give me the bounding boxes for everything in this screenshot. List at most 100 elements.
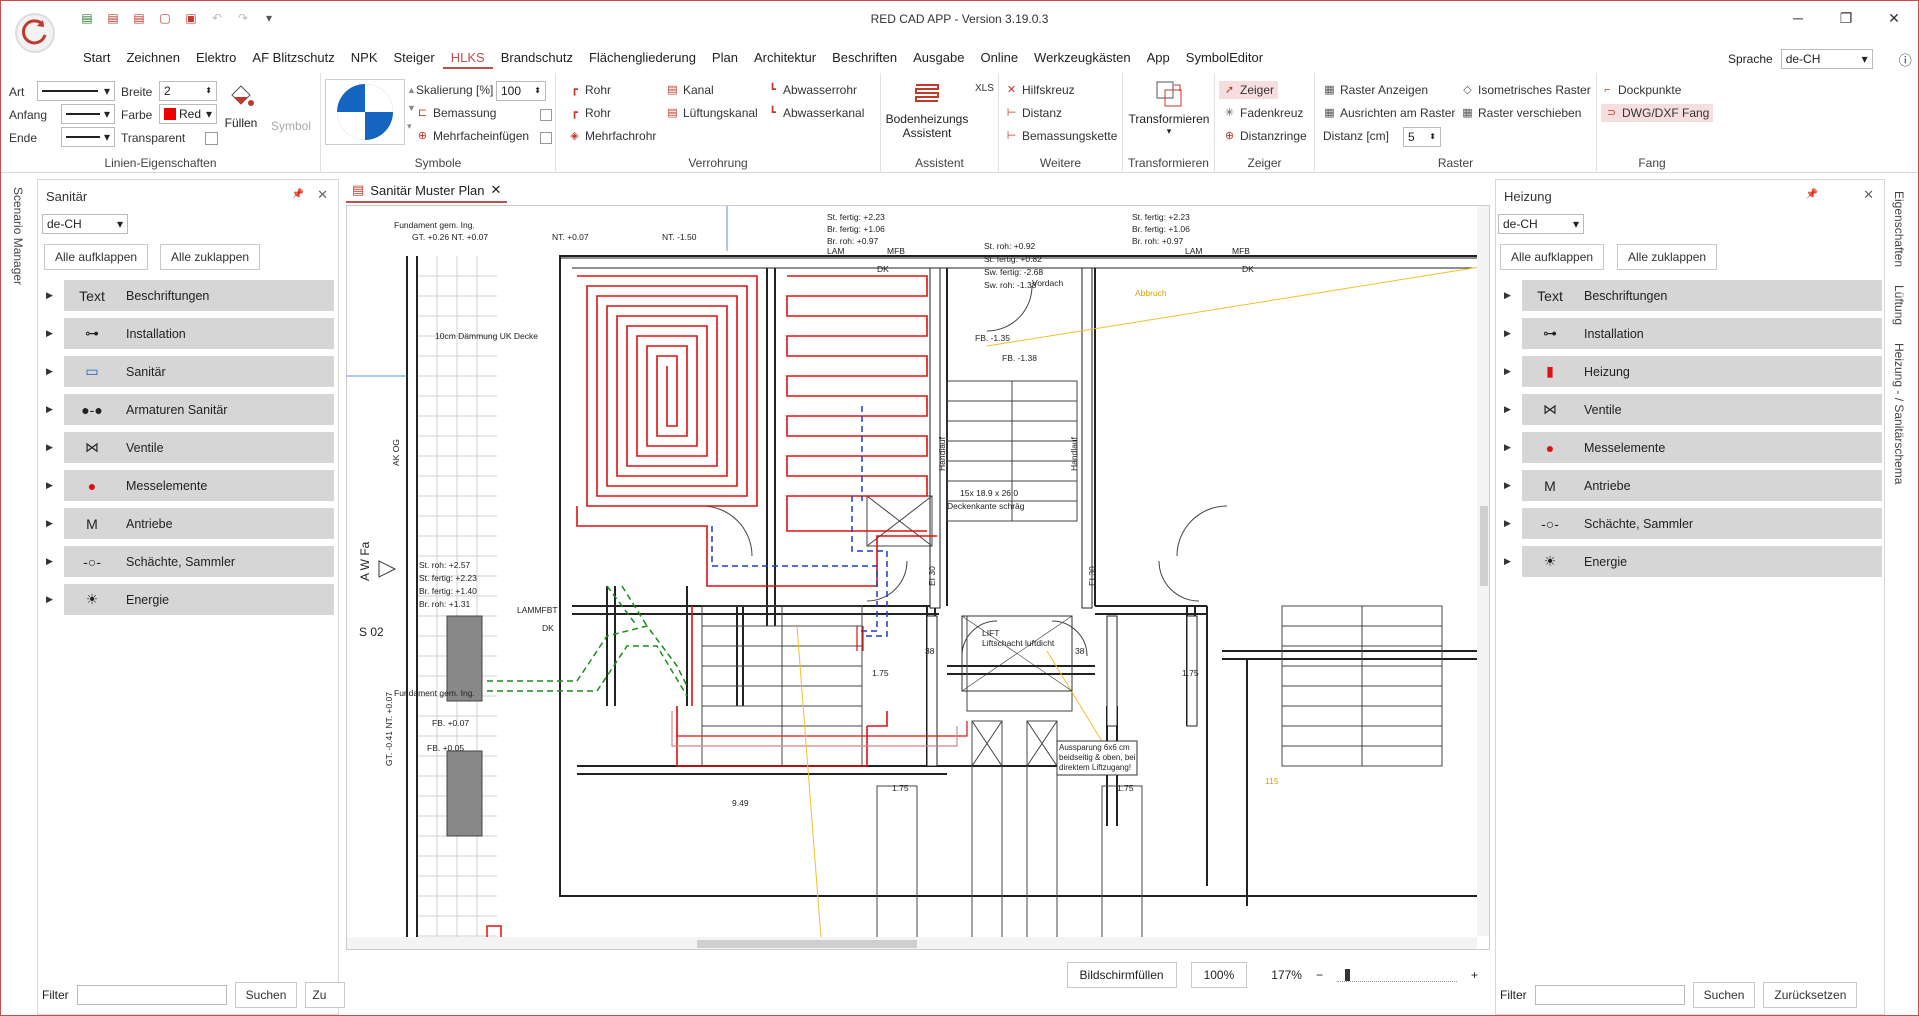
bemassung-checkbox[interactable] xyxy=(540,109,552,121)
line-start-dropdown[interactable]: ▾ xyxy=(61,104,115,124)
expand-arrow-icon[interactable]: ▶ xyxy=(46,518,53,529)
tab-hlks[interactable]: HLKS xyxy=(442,47,493,69)
tab-npk[interactable]: NPK xyxy=(343,47,386,69)
expand-all-button[interactable]: Alle aufklappen xyxy=(44,244,149,270)
tree-item[interactable]: ▶ ● Messelemente xyxy=(1496,432,1886,463)
dwg-fang-button[interactable]: ⊃ DWG/DXF Fang xyxy=(1601,104,1714,122)
kanal-button[interactable]: ▤ Kanal xyxy=(666,83,713,97)
dockpunkte-button[interactable]: ⌐ Dockpunkte xyxy=(1601,83,1681,97)
side-tab-heizung-sanitaer[interactable]: Heizung - / Sanitärschema xyxy=(1892,343,1906,484)
expand-arrow-icon[interactable]: ▶ xyxy=(1504,290,1511,301)
expand-arrow-icon[interactable]: ▶ xyxy=(46,556,53,567)
tree-item[interactable]: ▶ ☀ Energie xyxy=(1496,546,1886,577)
right-search-button[interactable]: Suchen xyxy=(1692,982,1756,1008)
restore-icon[interactable]: ❐ xyxy=(1822,1,1870,35)
expand-arrow-icon[interactable]: ▶ xyxy=(46,328,53,339)
tree-item[interactable]: ▶ -○- Schächte, Sammler xyxy=(1496,508,1886,539)
expand-arrow-icon[interactable]: ▶ xyxy=(46,404,53,415)
lueftungskanal-button[interactable]: ▤ Lüftungskanal xyxy=(666,106,757,120)
tab-symboleditor[interactable]: SymbolEditor xyxy=(1178,47,1271,69)
zoom-100-button[interactable]: 100% xyxy=(1190,962,1248,988)
tree-item[interactable]: ▶ ⊶ Installation xyxy=(1496,318,1886,349)
expand-arrow-icon[interactable]: ▶ xyxy=(1504,366,1511,377)
tree-item-row[interactable]: -○- Schächte, Sammler xyxy=(1522,508,1882,539)
right-lang-dropdown[interactable]: de-CH ▾ xyxy=(1498,214,1584,234)
tree-item-row[interactable]: ☀ Energie xyxy=(1522,546,1882,577)
transparent-checkbox[interactable] xyxy=(205,132,218,145)
left-filter-input[interactable] xyxy=(76,985,227,1005)
expand-arrow-icon[interactable]: ▶ xyxy=(1504,442,1511,453)
collapse-all-button[interactable]: Alle zuklappen xyxy=(160,244,261,270)
distanz-button[interactable]: ⊢ Distanz xyxy=(1005,106,1062,120)
zoom-in-icon[interactable]: + xyxy=(1471,968,1478,982)
bodenheizung-assistent-button[interactable]: Bodenheizungs Assistent xyxy=(885,79,969,140)
right-filter-input[interactable] xyxy=(1534,985,1685,1005)
expand-arrow-icon[interactable]: ▶ xyxy=(1504,404,1511,415)
left-lang-dropdown[interactable]: de-CH ▾ xyxy=(42,214,128,234)
tree-item[interactable]: ▶ ● Messelemente xyxy=(38,470,338,501)
pin-icon[interactable]: 📌 xyxy=(1806,189,1818,200)
expand-arrow-icon[interactable]: ▶ xyxy=(1504,328,1511,339)
tree-item-row[interactable]: ☀ Energie xyxy=(64,584,334,615)
raster-anzeigen-button[interactable]: ▦ Raster Anzeigen xyxy=(1323,83,1428,97)
right-expand-all-button[interactable]: Alle aufklappen xyxy=(1500,244,1605,270)
mehrfachrohr-button[interactable]: ◈ Mehrfachrohr xyxy=(568,129,656,143)
tree-item[interactable]: ▶ M Antriebe xyxy=(38,508,338,539)
tab-fl-chengliederung[interactable]: Flächengliederung xyxy=(581,47,704,69)
fit-screen-button[interactable]: Bildschirmfüllen xyxy=(1066,962,1177,988)
tree-item-row[interactable]: -○- Schächte, Sammler xyxy=(64,546,334,577)
tree-item[interactable]: ▶ ⋈ Ventile xyxy=(38,432,338,463)
hilfskreuz-button[interactable]: ✕ Hilfskreuz xyxy=(1005,83,1075,97)
expand-arrow-icon[interactable]: ▶ xyxy=(46,480,53,491)
language-dropdown[interactable]: de-CH ▾ xyxy=(1780,49,1873,69)
expand-arrow-icon[interactable]: ▶ xyxy=(46,442,53,453)
skalierung-spinner[interactable]: 100 ⬍ xyxy=(496,81,546,101)
minimize-icon[interactable]: ─ xyxy=(1774,1,1822,35)
line-style-dropdown[interactable]: ▾ xyxy=(37,81,115,101)
tree-item-row[interactable]: ▭ Sanitär xyxy=(64,356,334,387)
tree-item-row[interactable]: ●-● Armaturen Sanitär xyxy=(64,394,334,425)
expand-arrow-icon[interactable]: ▶ xyxy=(46,366,53,377)
expand-arrow-icon[interactable]: ▶ xyxy=(46,594,53,605)
ausrichten-button[interactable]: ▦ Ausrichten am Raster xyxy=(1323,106,1455,120)
fadenkreuz-button[interactable]: ✳ Fadenkreuz xyxy=(1223,106,1303,120)
tree-item[interactable]: ▶ ▮ Heizung xyxy=(1496,356,1886,387)
tree-item[interactable]: ▶ ●-● Armaturen Sanitär xyxy=(38,394,338,425)
left-reset-button[interactable]: Zu xyxy=(305,982,346,1008)
tree-item-row[interactable]: M Antriebe xyxy=(64,508,334,539)
tab-start[interactable]: Start xyxy=(75,47,118,69)
tab-af-blitzschutz[interactable]: AF Blitzschutz xyxy=(244,47,342,69)
tab-steiger[interactable]: Steiger xyxy=(386,47,443,69)
close-tab-icon[interactable]: ✕ xyxy=(490,182,501,198)
tree-item[interactable]: ▶ Text Beschriftungen xyxy=(38,280,338,311)
side-tab-scenario-manager[interactable]: Scenario Manager xyxy=(11,187,25,285)
mehrfach-checkbox[interactable] xyxy=(540,132,552,144)
abwasserrohr-button[interactable]: ┗ Abwasserrohr xyxy=(766,83,857,97)
tab-brandschutz[interactable]: Brandschutz xyxy=(493,47,581,69)
tree-item-row[interactable]: ⊶ Installation xyxy=(64,318,334,349)
bemassung-button[interactable]: ⊏ Bemassung xyxy=(416,106,496,120)
tree-item-row[interactable]: Text Beschriftungen xyxy=(1522,280,1882,311)
tree-item[interactable]: ▶ ☀ Energie xyxy=(38,584,338,615)
tree-item[interactable]: ▶ ▭ Sanitär xyxy=(38,356,338,387)
tab-beschriften[interactable]: Beschriften xyxy=(824,47,905,69)
distanzringe-button[interactable]: ⊕ Distanzringe xyxy=(1223,129,1307,143)
tree-item[interactable]: ▶ -○- Schächte, Sammler xyxy=(38,546,338,577)
zoom-slider-thumb[interactable] xyxy=(1344,969,1350,981)
tab-architektur[interactable]: Architektur xyxy=(746,47,824,69)
zoom-out-icon[interactable]: − xyxy=(1316,968,1323,982)
pin-icon[interactable]: 📌 xyxy=(292,189,304,200)
raster-distanz-spinner[interactable]: 5 ⬍ xyxy=(1403,127,1441,147)
breite-spinner[interactable]: 2 ⬍ xyxy=(159,81,217,101)
tab-app[interactable]: App xyxy=(1139,47,1178,69)
iso-raster-button[interactable]: ◇ Isometrisches Raster xyxy=(1461,83,1590,97)
close-panel-icon[interactable]: ✕ xyxy=(317,187,328,203)
tree-item-row[interactable]: ● Messelemente xyxy=(1522,432,1882,463)
tree-item[interactable]: ▶ Text Beschriftungen xyxy=(1496,280,1886,311)
tree-item-row[interactable]: ▮ Heizung xyxy=(1522,356,1882,387)
tree-item-row[interactable]: ⋈ Ventile xyxy=(64,432,334,463)
close-panel-icon[interactable]: ✕ xyxy=(1863,187,1874,203)
cad-canvas[interactable]: Fundament gem. Ing. GT. +0.26 NT. +0.07 … xyxy=(346,205,1490,950)
tree-item[interactable]: ▶ ⋈ Ventile xyxy=(1496,394,1886,425)
expand-arrow-icon[interactable]: ▶ xyxy=(46,290,53,301)
